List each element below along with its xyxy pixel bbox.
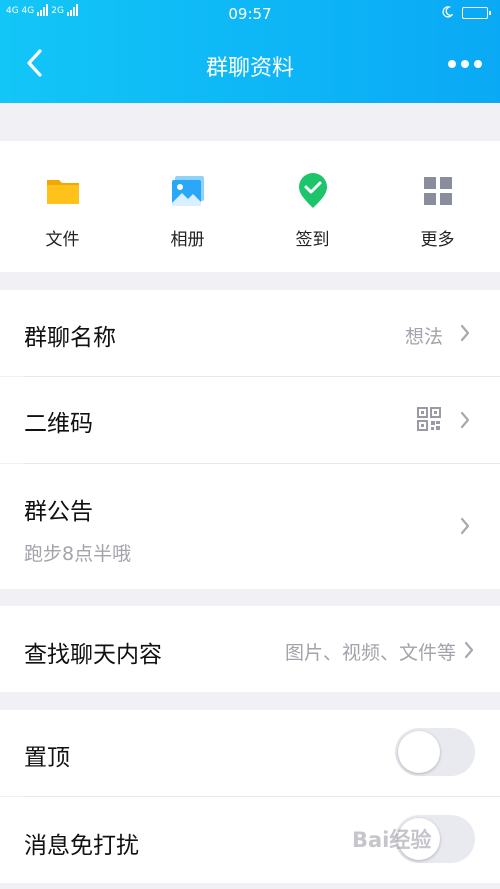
group-name-label: 群聊名称 — [24, 325, 116, 351]
album-icon — [171, 176, 204, 206]
chevron-right-icon — [460, 324, 470, 342]
quick-actions-grid: 文件 相册 签到 更多 — [0, 141, 500, 272]
status-time: 09:57 — [228, 5, 272, 23]
quick-action-album[interactable]: 相册 — [125, 141, 250, 272]
group-name-row[interactable]: 群聊名称 想法 — [0, 290, 500, 376]
chevron-right-icon — [464, 641, 474, 659]
battery-icon — [462, 7, 491, 19]
check-in-icon — [298, 173, 327, 208]
pin-top-label: 置顶 — [24, 745, 70, 771]
quick-action-files[interactable]: 文件 — [0, 141, 125, 272]
toggle-knob — [398, 731, 440, 773]
announcement-label: 群公告 — [24, 499, 93, 525]
chevron-right-icon — [460, 411, 470, 429]
chevron-right-icon — [460, 517, 470, 535]
pin-top-toggle[interactable] — [395, 728, 475, 776]
qr-code-icon — [417, 407, 441, 431]
pin-top-row: 置顶 — [0, 710, 500, 796]
status-bar: 4G 4G 2G 09:57 — [0, 0, 500, 26]
folder-icon — [46, 180, 79, 204]
search-chat-row[interactable]: 查找聊天内容 图片、视频、文件等 — [0, 606, 500, 692]
announcement-row[interactable]: 群公告 跑步8点半哦 — [0, 464, 500, 589]
quick-action-label: 文件 — [45, 230, 80, 250]
more-options-icon[interactable] — [448, 57, 486, 71]
search-chat-label: 查找聊天内容 — [24, 642, 162, 668]
page-title: 群聊资料 — [205, 56, 294, 81]
group-name-value: 想法 — [404, 326, 443, 348]
qr-code-row[interactable]: 二维码 — [0, 377, 500, 463]
quick-action-more[interactable]: 更多 — [375, 141, 500, 272]
search-chat-hint: 图片、视频、文件等 — [284, 642, 456, 664]
quick-action-label: 签到 — [295, 230, 330, 250]
watermark: Bai经验 — [352, 828, 432, 852]
moon-icon — [442, 6, 453, 18]
quick-action-label: 相册 — [170, 230, 205, 250]
qr-code-label: 二维码 — [24, 411, 93, 437]
grid-icon — [423, 177, 452, 205]
do-not-disturb-label: 消息免打扰 — [24, 833, 139, 859]
announcement-content: 跑步8点半哦 — [24, 543, 132, 565]
quick-action-label: 更多 — [420, 230, 455, 250]
header-bar: 4G 4G 2G 09:57 群聊资料 — [0, 0, 500, 103]
quick-action-checkin[interactable]: 签到 — [250, 141, 375, 272]
